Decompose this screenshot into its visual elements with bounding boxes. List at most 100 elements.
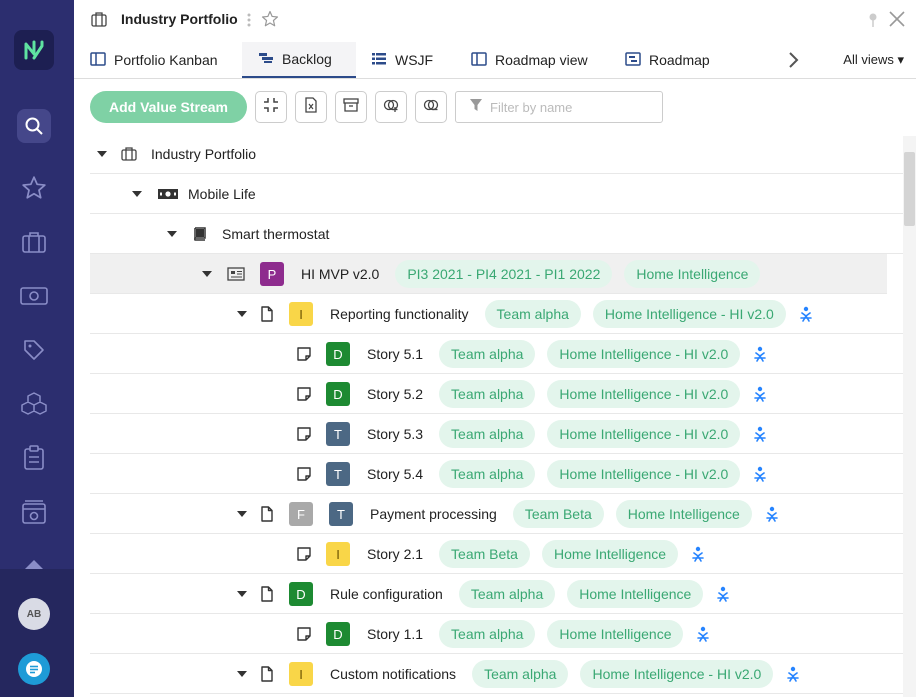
tag-chip[interactable]: Home Intelligence: [624, 260, 761, 288]
add-value-stream-button[interactable]: Add Value Stream: [90, 91, 247, 123]
item-name[interactable]: Story 5.2: [367, 386, 423, 402]
expand-caret-icon[interactable]: [97, 134, 107, 174]
tag-chip[interactable]: Home Intelligence: [567, 580, 704, 608]
tab-wsjf[interactable]: WSJF: [363, 42, 441, 78]
item-name[interactable]: Story 5.1: [367, 346, 423, 362]
item-name[interactable]: Smart thermostat: [222, 226, 329, 242]
item-name[interactable]: Custom notifications: [330, 666, 456, 682]
expand-caret-icon[interactable]: [202, 254, 212, 294]
collapse-all-button[interactable]: [255, 91, 287, 123]
favorite-star-icon[interactable]: [261, 10, 279, 33]
archive-button[interactable]: [335, 91, 367, 123]
export-excel-button[interactable]: [295, 91, 327, 123]
all-views-dropdown[interactable]: All views ▾: [843, 52, 904, 68]
item-name[interactable]: Story 5.3: [367, 426, 423, 442]
archive-icon[interactable]: [17, 495, 51, 529]
tabs-scroll-right-icon[interactable]: [787, 51, 799, 74]
expand-caret-icon[interactable]: [237, 294, 247, 334]
tag-chip[interactable]: Team alpha: [472, 660, 569, 688]
tag-chip[interactable]: Home Intelligence - HI v2.0: [592, 300, 786, 328]
tree-row[interactable]: D Story 5.1 Team alpha Home Intelligence - …: [90, 334, 903, 374]
tree-row[interactable]: I Reporting functionality Team alpha Home I…: [90, 294, 903, 334]
briefcase-icon[interactable]: [17, 225, 51, 259]
expand-caret-icon[interactable]: [132, 174, 142, 214]
expand-caret-icon[interactable]: [167, 214, 177, 254]
tab-backlog[interactable]: Backlog: [242, 42, 356, 78]
app-logo-icon[interactable]: [14, 30, 54, 70]
tree-row[interactable]: Industry Portfolio: [90, 134, 903, 174]
tree-row[interactable]: T Story 5.3 Team alpha Home Intelligence - …: [90, 414, 903, 454]
jira-sync-icon[interactable]: [715, 586, 731, 602]
tree-row[interactable]: D Rule configuration Team alpha Home Intell…: [90, 574, 903, 614]
jira-sync-icon[interactable]: [752, 466, 768, 482]
expand-caret-icon[interactable]: [237, 654, 247, 694]
chat-icon[interactable]: [18, 653, 50, 685]
item-name[interactable]: Story 2.1: [367, 546, 423, 562]
pin-icon[interactable]: [868, 12, 878, 33]
tag-chip[interactable]: Home Intelligence - HI v2.0: [547, 340, 741, 368]
tag-chip[interactable]: PI3 2021 - PI4 2021 - PI1 2022: [395, 260, 613, 288]
tag-chip[interactable]: Team alpha: [439, 420, 536, 448]
tag-chip[interactable]: Home Intelligence - HI v2.0: [580, 660, 774, 688]
tree-row[interactable]: T Story 5.4 Team alpha Home Intelligence - …: [90, 454, 903, 494]
jira-sync-icon[interactable]: [785, 666, 801, 682]
tag-chip[interactable]: Home Intelligence - HI v2.0: [547, 420, 741, 448]
tab-roadmap[interactable]: Roadmap: [617, 42, 718, 78]
tree-row[interactable]: F T Payment processing Team Beta Home Intell…: [90, 494, 903, 534]
star-icon[interactable]: [17, 171, 51, 205]
tag-chip[interactable]: Home Intelligence - HI v2.0: [547, 460, 741, 488]
item-name[interactable]: Industry Portfolio: [151, 146, 256, 162]
tag-chip[interactable]: Home Intelligence: [547, 620, 684, 648]
tag-chip[interactable]: Home Intelligence: [615, 500, 752, 528]
item-name[interactable]: Reporting functionality: [330, 306, 469, 322]
tag-chip[interactable]: Home Intelligence: [541, 540, 679, 568]
add-link-button[interactable]: [375, 91, 407, 123]
tag-icon[interactable]: [17, 333, 51, 367]
scrollbar-thumb[interactable]: [904, 152, 915, 226]
tree-row[interactable]: I Story 2.1 Team Beta Home Intelligence: [90, 534, 903, 574]
tag-chip[interactable]: Home Intelligence - HI v2.0: [547, 380, 741, 408]
tree-row[interactable]: D Story 5.2 Team alpha Home Intelligence - …: [90, 374, 903, 414]
item-name[interactable]: HI MVP v2.0: [301, 266, 379, 282]
item-name[interactable]: Mobile Life: [188, 186, 256, 202]
tree-row[interactable]: Mobile Life: [90, 174, 903, 214]
money-icon[interactable]: [17, 279, 51, 313]
item-name[interactable]: Rule configuration: [330, 586, 443, 602]
expand-caret-icon[interactable]: [237, 574, 247, 614]
cubes-icon[interactable]: [17, 387, 51, 421]
tag-chip[interactable]: Team alpha: [439, 620, 536, 648]
tag-chip[interactable]: Team alpha: [439, 460, 536, 488]
item-name[interactable]: Payment processing: [370, 506, 497, 522]
tag-chip[interactable]: Team alpha: [458, 580, 556, 608]
jira-sync-icon[interactable]: [798, 306, 814, 322]
tree-scrollbar[interactable]: [903, 136, 916, 697]
jira-sync-icon[interactable]: [752, 426, 768, 442]
jira-sync-icon[interactable]: [690, 546, 706, 562]
tree-row[interactable]: P HI MVP v2.0 PI3 2021 - PI4 2021 - PI1 20…: [90, 254, 887, 294]
expand-caret-icon[interactable]: [237, 494, 247, 534]
avatar[interactable]: AB: [18, 598, 50, 630]
close-icon[interactable]: [888, 10, 906, 33]
tree-row[interactable]: Smart thermostat: [90, 214, 903, 254]
remove-link-button[interactable]: [415, 91, 447, 123]
jira-sync-icon[interactable]: [752, 346, 768, 362]
clipboard-icon[interactable]: [17, 441, 51, 475]
tree-row[interactable]: I Custom notifications Team alpha Home Inte…: [90, 654, 903, 694]
drag-handle-icon[interactable]: [246, 12, 252, 33]
item-name[interactable]: Story 5.4: [367, 466, 423, 482]
tab-roadmap-view[interactable]: Roadmap view: [463, 42, 596, 78]
filter-field[interactable]: [455, 91, 663, 123]
jira-sync-icon[interactable]: [695, 626, 711, 642]
search-icon[interactable]: [17, 109, 51, 143]
tag-chip[interactable]: Team alpha: [484, 300, 581, 328]
tag-chip[interactable]: Team alpha: [439, 340, 536, 368]
jira-sync-icon[interactable]: [764, 506, 780, 522]
tag-chip[interactable]: Team Beta: [512, 500, 604, 528]
filter-input[interactable]: [490, 99, 660, 115]
tag-chip[interactable]: Team alpha: [439, 380, 536, 408]
tab-portfolio-kanban[interactable]: Portfolio Kanban: [82, 42, 226, 78]
item-name[interactable]: Story 1.1: [367, 626, 423, 642]
jira-sync-icon[interactable]: [752, 386, 768, 402]
tree-row[interactable]: D Story 1.1 Team alpha Home Intelligence: [90, 614, 903, 654]
tag-chip[interactable]: Team Beta: [439, 540, 530, 568]
